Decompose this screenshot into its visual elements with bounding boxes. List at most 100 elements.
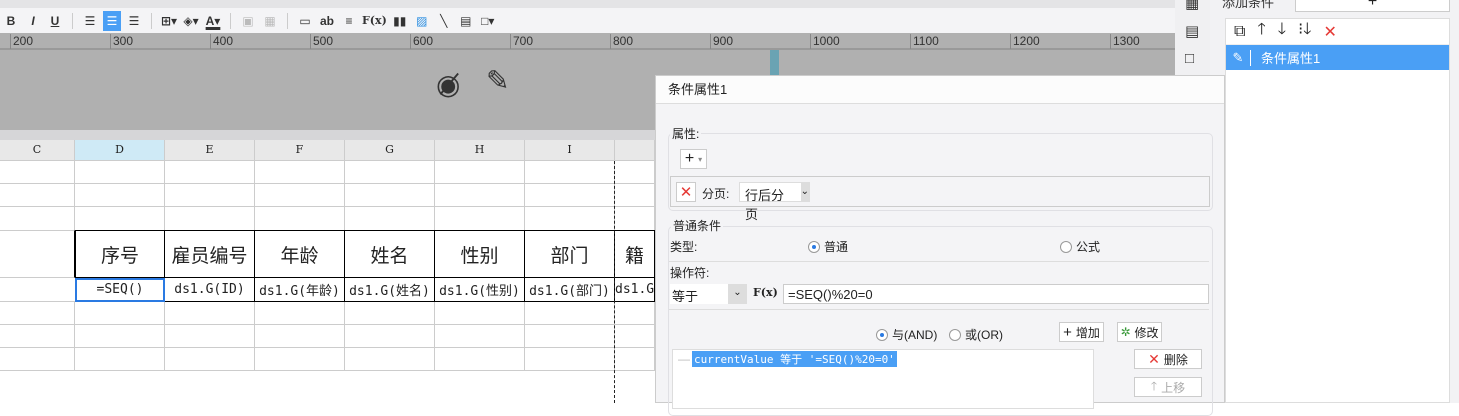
align-right-icon[interactable]: ☰ xyxy=(125,11,143,31)
and-radio[interactable]: 与(AND) xyxy=(876,326,937,343)
cell-age[interactable]: ds1.G(年龄) xyxy=(255,278,345,302)
column-header-j[interactable] xyxy=(615,140,655,160)
cell-header-age[interactable]: 年龄 xyxy=(255,230,345,278)
dialog-title: 条件属性1 xyxy=(656,76,1224,104)
operator-select[interactable]: 等于 ⌄ xyxy=(670,284,747,304)
align-left-icon[interactable]: ☰ xyxy=(81,11,99,31)
chart-icon[interactable]: ▮▮ xyxy=(391,11,409,31)
font-color-icon[interactable]: A▾ xyxy=(204,11,222,31)
tree-line: — xyxy=(678,352,690,366)
grid-icon[interactable]: ▦ xyxy=(1185,0,1199,12)
divider xyxy=(72,12,73,29)
add-button[interactable]: + 增加 xyxy=(1059,322,1104,342)
modify-button[interactable]: ✲ 修改 xyxy=(1117,322,1162,342)
divider xyxy=(230,12,231,29)
cell-seq-formula[interactable]: =SEQ() xyxy=(75,278,165,302)
cell-header-id[interactable]: 雇员编号 xyxy=(165,230,255,278)
condition-list: ⧉ 🡑 🡓 ⁝🡓 ✕ ✎ 条件属性1 xyxy=(1225,18,1450,403)
column-header-c[interactable]: C xyxy=(0,140,75,160)
cell-gender[interactable]: ds1.G(性别) xyxy=(435,278,525,302)
remove-attribute-button[interactable]: ✕ xyxy=(676,182,696,202)
italic-button[interactable]: I xyxy=(24,11,42,31)
divider xyxy=(287,12,288,29)
cell[interactable] xyxy=(0,230,75,278)
column-header-f[interactable]: F xyxy=(255,140,345,160)
condition-attribute-dialog: 条件属性1 属性: + ▾ ✕ 分页: 行后分页 ⌄ 普通条件 类型: 普通 公式… xyxy=(655,75,1225,416)
formula-input[interactable]: =SEQ()%20=0 xyxy=(783,284,1209,304)
ruler-label: 800 xyxy=(610,34,633,49)
split-cell-icon[interactable]: ▦ xyxy=(261,11,279,31)
cell-header-gender[interactable]: 性别 xyxy=(435,230,525,278)
page-break-line xyxy=(614,161,615,403)
delete-button[interactable]: ✕ 删除 xyxy=(1134,349,1202,369)
cell-header-seq[interactable]: 序号 xyxy=(75,230,165,278)
column-header-d[interactable]: D xyxy=(75,140,165,160)
image-icon[interactable]: ▨ xyxy=(413,11,431,31)
paragraph-icon[interactable]: ≡ xyxy=(340,11,358,31)
divider xyxy=(669,261,1209,262)
border-icon[interactable]: ⊞▾ xyxy=(160,11,178,31)
move-up-button[interactable]: 🡑 上移 xyxy=(1134,377,1202,397)
arrow-up-icon[interactable]: 🡑 xyxy=(1257,18,1265,45)
list-item-label: 条件属性1 xyxy=(1261,51,1321,66)
type-formula-radio[interactable]: 公式 xyxy=(1060,238,1100,255)
column-header-h[interactable]: H xyxy=(435,140,525,160)
ruler-label: 500 xyxy=(310,34,333,49)
ruler-label: 200 xyxy=(10,34,33,49)
formula-editor-button[interactable]: F(x) xyxy=(753,286,778,299)
add-attribute-button[interactable]: + ▾ xyxy=(680,149,707,169)
text-field-icon[interactable]: ▭ xyxy=(296,11,314,31)
page-label: 分页: xyxy=(702,187,730,201)
copy-icon[interactable]: ⧉ xyxy=(1234,23,1245,41)
formula-icon[interactable]: F(x) xyxy=(362,11,387,31)
pencil-icon[interactable]: ✎ xyxy=(486,64,509,97)
cell-header-name[interactable]: 姓名 xyxy=(345,230,435,278)
move-bottom-icon[interactable]: ⁝🡓 xyxy=(1298,18,1311,45)
cell-info-icon[interactable]: ▤ xyxy=(1185,22,1199,40)
delete-icon[interactable]: ✕ xyxy=(1324,22,1337,42)
cell-native[interactable]: ds1.G xyxy=(615,278,655,302)
type-normal-radio[interactable]: 普通 xyxy=(808,238,848,255)
column-header-i[interactable]: I xyxy=(525,140,615,160)
cell-header-native[interactable]: 籍 xyxy=(615,230,655,278)
pencil-icon: ✎ xyxy=(1226,49,1251,66)
arrow-down-icon[interactable]: 🡓 xyxy=(1278,18,1286,45)
type-label: 类型: xyxy=(670,240,698,254)
or-radio[interactable]: 或(OR) xyxy=(949,326,1003,343)
attribute-legend: 属性: xyxy=(670,125,702,142)
frame-icon[interactable]: □▾ xyxy=(479,11,497,31)
cell[interactable] xyxy=(0,278,75,302)
sub-report-icon[interactable]: ▤ xyxy=(457,11,475,31)
text-icon[interactable]: ab xyxy=(318,11,336,31)
cell-name[interactable]: ds1.G(姓名) xyxy=(345,278,435,302)
column-header-g[interactable]: G xyxy=(345,140,435,160)
merge-cell-icon[interactable]: ▣ xyxy=(239,11,257,31)
ruler-label: 1300 xyxy=(1110,34,1140,49)
list-item[interactable]: ✎ 条件属性1 xyxy=(1226,45,1449,70)
table-data-row: =SEQ() ds1.G(ID) ds1.G(年龄) ds1.G(姓名) ds1… xyxy=(0,278,655,302)
column-header-e[interactable]: E xyxy=(165,140,255,160)
plus-icon: + xyxy=(1063,323,1072,341)
fill-color-icon[interactable]: ◈▾ xyxy=(182,11,200,31)
arrow-up-icon: 🡑 xyxy=(1150,378,1158,393)
align-center-icon[interactable]: ☰ xyxy=(103,10,121,31)
list-toolbar: ⧉ 🡑 🡓 ⁝🡓 ✕ xyxy=(1226,19,1449,45)
condition-tree-item[interactable]: currentValue 等于 '=SEQ()%20=0' xyxy=(692,351,897,367)
cell-header-dept[interactable]: 部门 xyxy=(525,230,615,278)
top-strip xyxy=(0,0,1175,8)
page-select[interactable]: 行后分页 ⌄ xyxy=(739,182,810,222)
square-icon[interactable]: □ xyxy=(1185,50,1194,67)
add-condition-button[interactable]: + xyxy=(1295,0,1450,12)
underline-button[interactable]: U xyxy=(46,11,64,31)
eye-slash-icon[interactable]: ◉̸ xyxy=(436,68,460,101)
add-condition-label: 添加条件 xyxy=(1222,0,1275,10)
spreadsheet-grid: 序号 雇员编号 年龄 姓名 性别 部门 籍 =SEQ() ds1.G(ID) d… xyxy=(0,161,655,371)
slash-icon[interactable]: ╲ xyxy=(435,11,453,31)
ruler-label: 600 xyxy=(410,34,433,49)
cell-dept[interactable]: ds1.G(部门) xyxy=(525,278,615,302)
ruler-label: 1000 xyxy=(810,34,840,49)
bold-button[interactable]: B xyxy=(2,11,20,31)
divider xyxy=(669,309,1209,310)
format-toolbar: B I U ☰ ☰ ☰ ⊞▾ ◈▾ A▾ ▣ ▦ ▭ ab ≡ F(x) ▮▮ … xyxy=(0,8,1175,33)
cell-id[interactable]: ds1.G(ID) xyxy=(165,278,255,302)
